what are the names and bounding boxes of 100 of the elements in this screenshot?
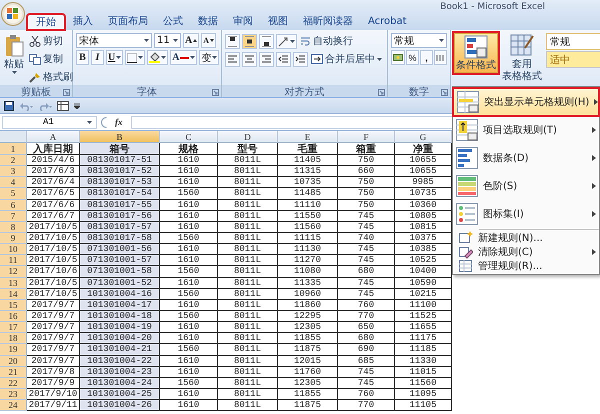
column-header[interactable]: A [27, 131, 80, 143]
office-button[interactable] [1, 2, 25, 26]
customize-caret-icon[interactable] [74, 102, 80, 108]
row-header[interactable]: 2 [0, 155, 27, 166]
ribbon-tab[interactable]: 插入 [66, 14, 100, 30]
currency-button[interactable] [391, 50, 405, 65]
top-align-button[interactable] [225, 34, 240, 48]
row-header[interactable]: 10 [0, 244, 27, 256]
menu-item[interactable]: 清除规则(C) [453, 245, 599, 259]
row-header[interactable]: 8 [0, 222, 27, 233]
border-button[interactable] [125, 50, 146, 65]
save-icon[interactable] [4, 100, 14, 110]
row-header[interactable]: 20 [0, 356, 27, 367]
cell-style[interactable]: 常规 [546, 33, 600, 50]
phonetic-button[interactable]: 变 [199, 50, 220, 65]
row-header[interactable]: 6 [0, 200, 27, 211]
menu-item[interactable]: 项目选取规则(T) [453, 116, 599, 144]
format-as-table-button[interactable]: 套用 表格格式 [501, 33, 543, 83]
dialog-launcher-icon[interactable] [63, 88, 70, 96]
middle-align-button[interactable] [242, 34, 257, 48]
table-cell: 101301004-19 [80, 322, 160, 334]
menu-item[interactable]: 色阶(S) [453, 172, 599, 200]
ribbon-tab[interactable]: 开始 [27, 14, 65, 30]
center-button[interactable] [242, 52, 257, 66]
dialog-launcher-icon[interactable] [378, 88, 385, 96]
copy-button[interactable]: 复制 [28, 51, 74, 67]
menu-item[interactable]: 数据条(D) [453, 144, 599, 172]
row-header[interactable]: 24 [0, 400, 27, 412]
conditional-formatting-button[interactable]: 条件格式 [454, 33, 498, 73]
font-color-button[interactable]: A [170, 50, 198, 65]
table-cell: 11485 [278, 188, 338, 200]
row-header[interactable]: 17 [0, 322, 27, 334]
table-icon[interactable] [57, 100, 69, 110]
column-header[interactable]: B [80, 131, 160, 143]
decrease-indent-button[interactable] [276, 52, 291, 66]
font-name-field[interactable]: 宋体 [76, 33, 152, 48]
row-header[interactable]: 16 [0, 310, 27, 322]
insert-function-button[interactable]: fx [111, 117, 126, 127]
row-header[interactable]: 3 [0, 166, 27, 178]
row-header[interactable]: 11 [0, 255, 27, 266]
format-painter-button[interactable]: 格式刷 [28, 69, 74, 85]
column-header[interactable]: F [338, 131, 395, 143]
align-left-button[interactable] [225, 52, 240, 66]
grid-icon [464, 35, 488, 59]
column-header[interactable]: D [218, 131, 278, 143]
column-header[interactable]: G [395, 131, 452, 143]
row-header[interactable]: 5 [0, 188, 27, 200]
row-header[interactable]: 7 [0, 210, 27, 222]
wrap-text-button[interactable]: 自动换行 [299, 33, 354, 49]
cell-style[interactable]: 适中 [546, 51, 600, 68]
ribbon-tab[interactable]: 审阅 [226, 14, 260, 30]
dialog-launcher-icon[interactable] [212, 88, 219, 96]
dialog-launcher-icon[interactable] [441, 88, 448, 96]
ribbon-tab[interactable]: 数据 [191, 14, 225, 30]
row-header[interactable]: 4 [0, 177, 27, 188]
shrink-font-button[interactable]: A [201, 33, 216, 48]
fill-color-button[interactable] [147, 50, 168, 65]
row-header[interactable]: 23 [0, 388, 27, 400]
table-cell: 745 [338, 378, 395, 389]
italic-button[interactable]: I [91, 50, 104, 65]
menu-item[interactable]: 图标集(I) [453, 200, 599, 228]
table-cell: 745 [338, 278, 395, 289]
row-header[interactable]: 13 [0, 278, 27, 289]
row-header[interactable]: 15 [0, 300, 27, 311]
number-format-field[interactable]: 常规 [391, 33, 447, 48]
menu-item[interactable]: 管理规则(R)... [453, 259, 599, 273]
row-header[interactable]: 9 [0, 232, 27, 244]
ribbon-tab[interactable]: 页面布局 [101, 14, 155, 30]
menu-item[interactable]: 突出显示单元格规则(H) [453, 88, 599, 116]
ribbon-tab[interactable]: 公式 [156, 14, 190, 30]
caret-icon [377, 58, 382, 60]
row-header[interactable]: 1 [0, 143, 27, 155]
row-header[interactable]: 18 [0, 333, 27, 344]
orientation-button[interactable] [276, 34, 297, 48]
paste-button[interactable]: 粘贴 [3, 33, 25, 75]
cut-button[interactable]: 剪切 [28, 33, 74, 49]
menu-item[interactable]: 新建规则(N)... [453, 231, 599, 245]
name-box[interactable]: A1 [2, 116, 97, 128]
ribbon-tab[interactable]: 视图 [261, 14, 295, 30]
underline-button[interactable]: U [106, 50, 124, 65]
row-header[interactable]: 21 [0, 366, 27, 378]
column-header[interactable]: C [160, 131, 218, 143]
column-header[interactable]: E [278, 131, 338, 143]
row-header[interactable]: 14 [0, 288, 27, 300]
align-right-button[interactable] [259, 52, 274, 66]
percent-button[interactable]: % [406, 50, 419, 65]
grow-font-button[interactable]: A [183, 33, 200, 48]
row-header[interactable]: 22 [0, 378, 27, 389]
increase-indent-button[interactable] [293, 52, 308, 66]
row-header[interactable]: 12 [0, 266, 27, 278]
bold-button[interactable]: B [76, 50, 89, 65]
align-top-icon [227, 36, 238, 46]
row-header[interactable]: 19 [0, 344, 27, 356]
comma-button[interactable]: , [420, 50, 433, 65]
ribbon-tab[interactable]: Acrobat [361, 14, 414, 30]
bottom-align-button[interactable] [259, 34, 274, 48]
merge-center-button[interactable]: 合并后居中 [310, 51, 383, 67]
font-size-field[interactable]: 11 [154, 33, 181, 48]
ribbon-tab[interactable]: 福昕阅读器 [296, 14, 360, 30]
decimal-button[interactable] [434, 50, 447, 65]
